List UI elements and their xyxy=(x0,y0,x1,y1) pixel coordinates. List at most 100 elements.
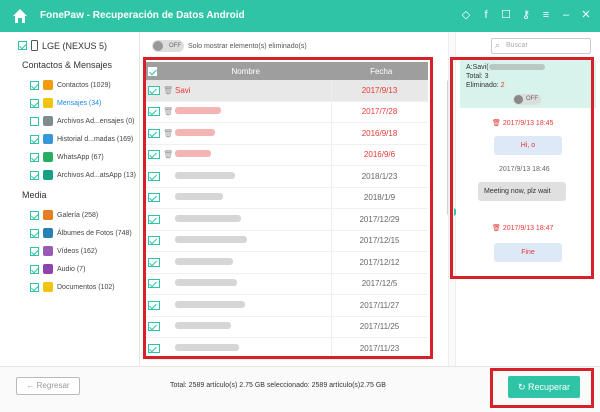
row-name xyxy=(171,322,331,331)
select-all-checkbox[interactable] xyxy=(148,66,157,76)
panel-divider xyxy=(448,32,456,366)
message-timestamp: 🗑 2017/9/13 18:47 xyxy=(492,225,554,232)
row-date: 2018/1/23 xyxy=(361,171,398,181)
redacted-name xyxy=(175,279,237,287)
checkbox[interactable] xyxy=(30,210,39,220)
sidebar-item-label: Mensajes (34) xyxy=(57,99,102,107)
row-checkbox[interactable] xyxy=(148,322,160,332)
preview-toggle[interactable]: OFF xyxy=(513,94,541,105)
conversation-header: A:Savi( Total: 3 Eliminado: 2 OFF xyxy=(460,60,596,108)
table-header: Nombre Fecha xyxy=(145,62,428,80)
sidebar-item-call-history[interactable]: Historial d...madas (169) xyxy=(30,134,133,144)
search-input[interactable]: Buscar xyxy=(491,38,591,54)
message-list-panel: OFF Solo mostrar elemento(s) eliminado(s… xyxy=(140,32,451,366)
row-name xyxy=(171,128,331,138)
row-checkbox[interactable] xyxy=(148,236,160,246)
sidebar-item-documents[interactable]: Documentos (102) xyxy=(30,282,115,292)
checkbox[interactable] xyxy=(30,246,39,256)
sidebar-item-whatsapp[interactable]: WhatsApp (67) xyxy=(30,152,104,162)
row-checkbox[interactable] xyxy=(148,150,160,160)
minimize-icon[interactable]: – xyxy=(560,9,572,21)
row-checkbox[interactable] xyxy=(148,128,160,138)
sidebar-item-message-attachments[interactable]: Archivos Ad...ensajes (0) xyxy=(30,116,134,126)
home-icon[interactable] xyxy=(12,8,28,24)
row-checkbox[interactable] xyxy=(148,257,160,267)
row-checkbox[interactable] xyxy=(148,279,160,289)
checkbox[interactable] xyxy=(30,134,39,144)
key-icon[interactable]: ⚷ xyxy=(520,9,532,21)
row-checkbox[interactable] xyxy=(148,107,160,117)
audio-icon xyxy=(43,264,53,274)
checkbox[interactable] xyxy=(30,98,39,108)
sidebar-item-photo-albums[interactable]: Álbumes de Fotos (748) xyxy=(30,228,132,238)
checkbox[interactable] xyxy=(30,80,39,90)
diamond-icon[interactable]: ◇ xyxy=(460,9,472,21)
table-row[interactable]: 2017/11/23 xyxy=(145,338,428,360)
table-row[interactable]: 2017/12/12 xyxy=(145,252,428,274)
menu-icon[interactable]: ≡ xyxy=(540,9,552,21)
row-checkbox[interactable] xyxy=(148,193,160,203)
deleted-only-toggle-row[interactable]: OFF Solo mostrar elemento(s) eliminado(s… xyxy=(152,40,307,52)
sidebar-item-videos[interactable]: Vídeos (162) xyxy=(30,246,97,256)
row-date: 2016/9/6 xyxy=(363,150,396,160)
row-checkbox[interactable] xyxy=(148,85,160,95)
table-row[interactable]: 🗑 2016/9/18 xyxy=(145,123,428,145)
contacts-icon xyxy=(43,80,53,90)
row-name: Savi xyxy=(175,85,191,95)
row-date: 2017/12/5 xyxy=(361,279,398,289)
sidebar-item-label: WhatsApp (67) xyxy=(57,153,104,161)
checkbox[interactable] xyxy=(30,116,39,126)
table-row[interactable]: 2017/12/29 xyxy=(145,209,428,231)
close-icon[interactable]: ✕ xyxy=(580,9,592,21)
row-checkbox[interactable] xyxy=(148,171,160,181)
row-date: 2016/9/18 xyxy=(361,128,398,138)
table-row[interactable]: 2017/11/27 xyxy=(145,295,428,317)
sidebar-item-label: Contactos (1029) xyxy=(57,81,111,89)
table-row[interactable]: 2017/11/25 xyxy=(145,316,428,338)
checkbox[interactable] xyxy=(30,170,39,180)
checkbox[interactable] xyxy=(30,228,39,238)
row-checkbox[interactable] xyxy=(148,214,160,224)
table-row[interactable]: 2017/12/5 xyxy=(145,273,428,295)
row-date: 2017/12/12 xyxy=(359,257,400,267)
device-checkbox[interactable] xyxy=(18,41,27,50)
row-date: 2017/11/25 xyxy=(359,322,400,332)
checkbox[interactable] xyxy=(30,152,39,162)
sidebar-item-label: Álbumes de Fotos (748) xyxy=(57,229,132,237)
sidebar-item-gallery[interactable]: Galería (258) xyxy=(30,210,98,220)
table-row[interactable]: 2017/12/15 xyxy=(145,230,428,252)
recover-icon: ↻ xyxy=(517,382,526,392)
sidebar-item-messages[interactable]: Mensajes (34) xyxy=(30,98,101,108)
recover-button[interactable]: ↻ Recuperar xyxy=(508,376,580,398)
column-name-header[interactable]: Nombre xyxy=(157,67,334,76)
table-row[interactable]: 🗑 2016/9/6 xyxy=(145,144,428,166)
facebook-icon[interactable]: f xyxy=(480,9,492,21)
row-name xyxy=(171,150,331,159)
table-row[interactable]: 🗑 Savi 2017/9/13 xyxy=(145,80,428,102)
section-contacts-messages: Contactos & Mensajes xyxy=(22,60,113,70)
title-bar: FonePaw - Recuperación de Datos Android … xyxy=(0,0,600,32)
row-checkbox[interactable] xyxy=(148,343,160,353)
checkbox[interactable] xyxy=(30,264,39,274)
deleted-count: Eliminado: 2 xyxy=(466,82,505,89)
table-row[interactable]: 2018/1/9 xyxy=(145,187,428,209)
selection-summary: Total: 2589 artículo(s) 2.75 GB seleccio… xyxy=(170,382,386,389)
back-button[interactable]: ← Regresar xyxy=(16,377,80,395)
sidebar-item-whatsapp-attachments[interactable]: Archivos Ad...atsApp (13) xyxy=(30,170,136,180)
table-row[interactable]: 🗑 2017/7/28 xyxy=(145,101,428,123)
deleted-only-toggle[interactable]: OFF xyxy=(152,40,184,52)
table-row[interactable]: 2018/1/23 xyxy=(145,166,428,188)
checkbox[interactable] xyxy=(30,282,39,292)
phone-icon xyxy=(31,40,38,51)
column-date-header[interactable]: Fecha xyxy=(334,67,428,76)
sidebar-item-contacts[interactable]: Contactos (1029) xyxy=(30,80,111,90)
chat-icon[interactable]: ☐ xyxy=(500,9,512,21)
device-row[interactable]: LGE (NEXUS 5) xyxy=(18,40,107,51)
row-checkbox[interactable] xyxy=(148,300,160,310)
redacted-name xyxy=(175,128,215,136)
sidebar-item-audio[interactable]: Audio (7) xyxy=(30,264,85,274)
